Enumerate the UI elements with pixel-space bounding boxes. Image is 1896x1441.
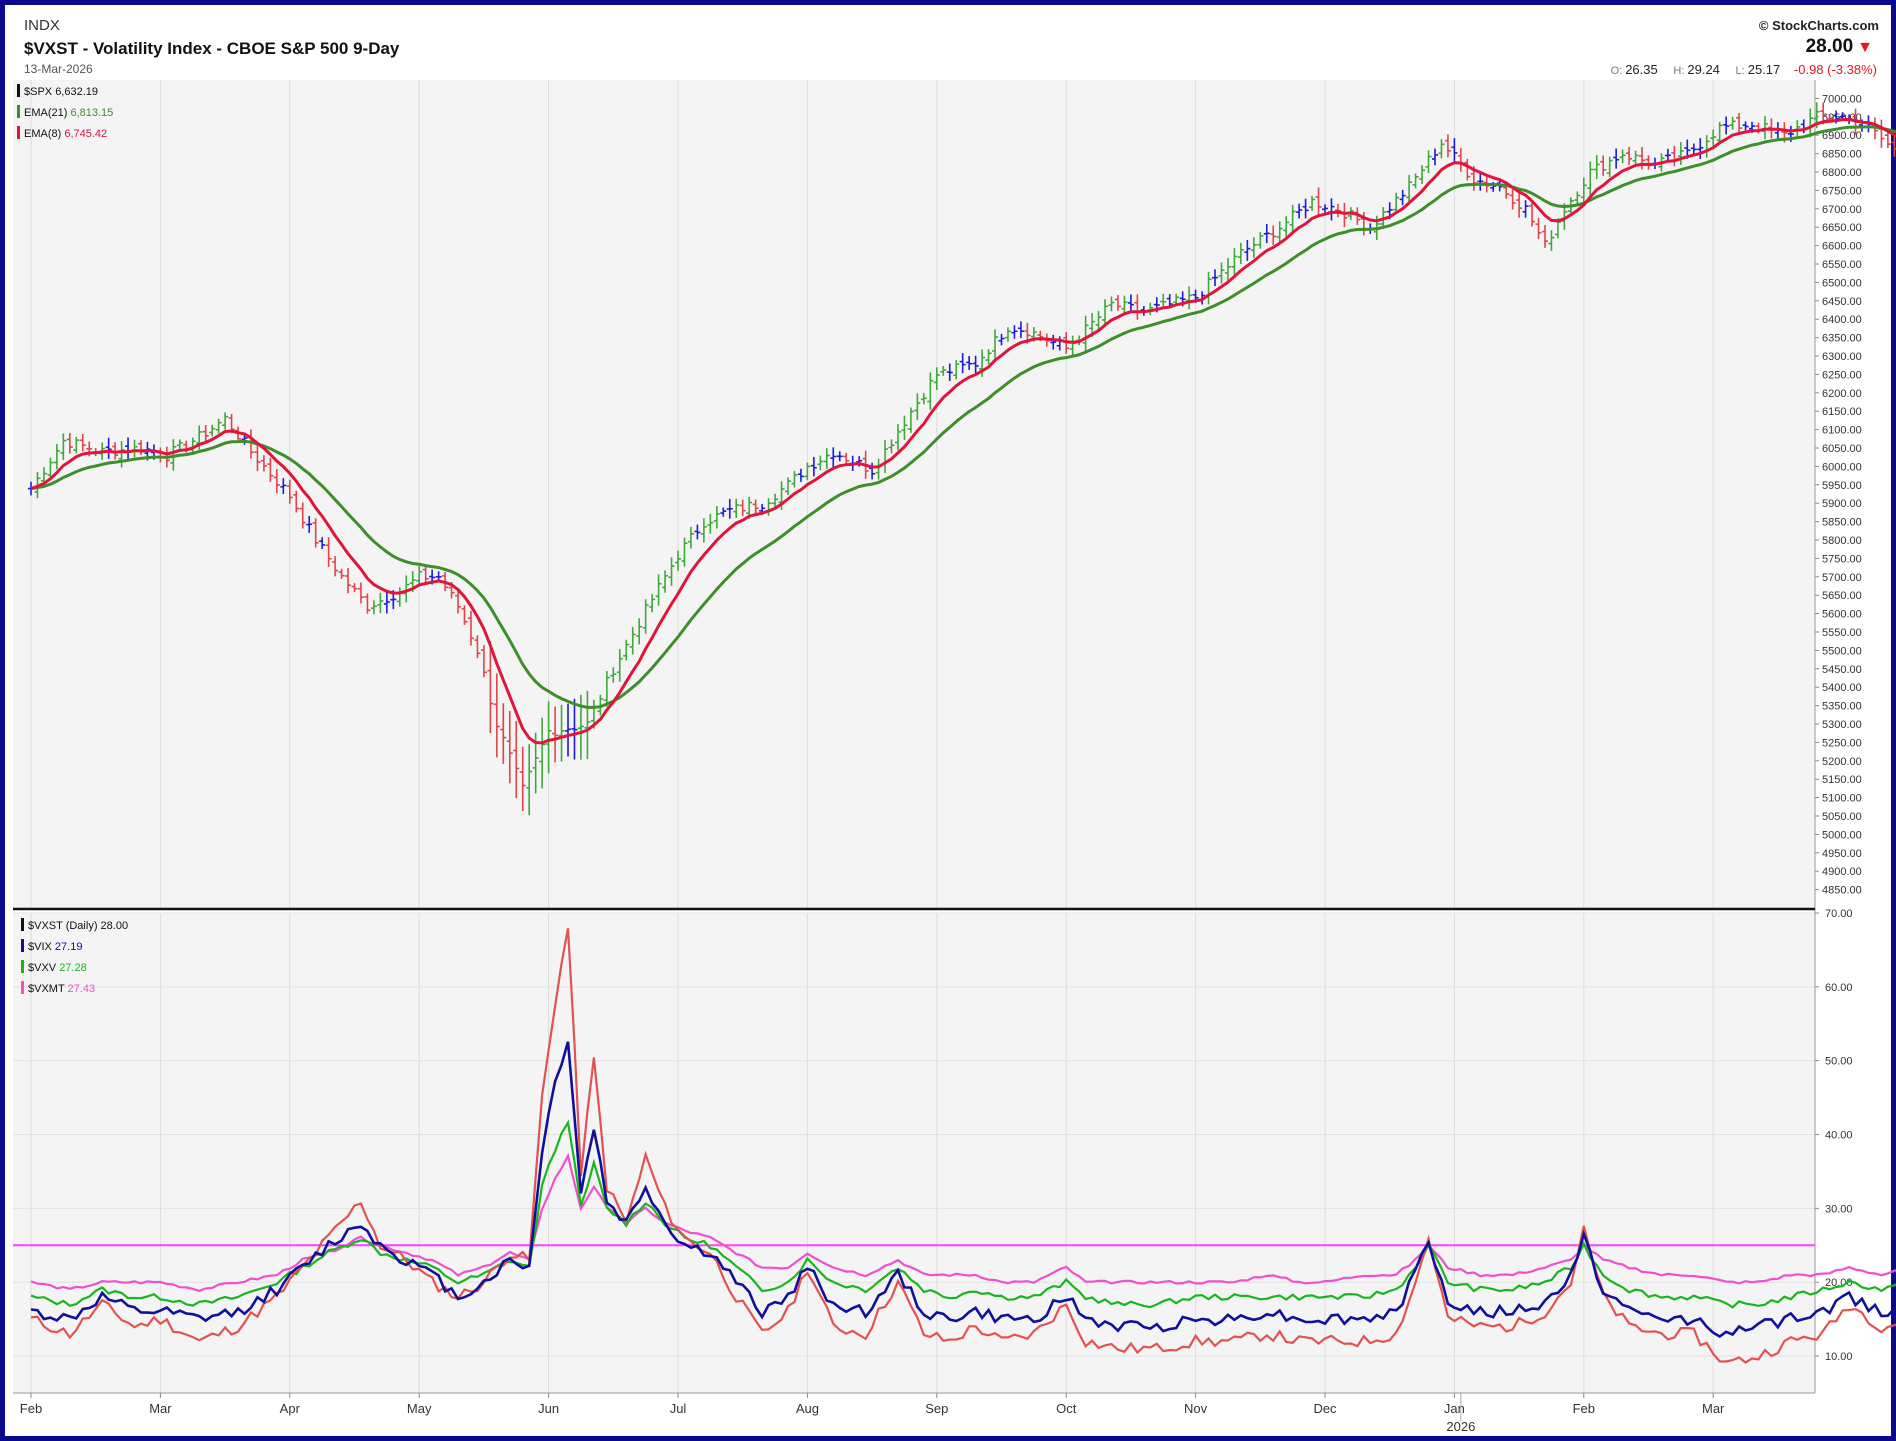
price-y-tick-label: 6050.00 [1822, 443, 1862, 455]
price-y-tick-label: 5800.00 [1822, 535, 1862, 547]
price-y-tick-label: 5100.00 [1822, 793, 1862, 805]
price-y-tick-label: 4950.00 [1822, 848, 1862, 860]
price-y-tick-label: 6450.00 [1822, 296, 1862, 308]
vol-y-tick-label: 10.00 [1825, 1351, 1853, 1363]
price-y-tick-label: 6250.00 [1822, 369, 1862, 381]
price-bar [1878, 119, 1885, 148]
x-tick-label: May [407, 1401, 432, 1416]
x-axis: Feb Mar Apr May Jun Jul Aug Sep Oct Nov Dec Jan Feb M… [20, 1393, 1725, 1434]
legend-swatch [21, 960, 24, 973]
legend-label: $VIX 27.19 [28, 941, 82, 953]
legend-value: 27.19 [55, 941, 83, 953]
legend-label: $VXV 27.28 [28, 962, 87, 974]
legend-swatch [21, 939, 24, 952]
price-y-tick-label: 6200.00 [1822, 388, 1862, 400]
price-y-tick-label: 5950.00 [1822, 480, 1862, 492]
price-y-tick-label: 6650.00 [1822, 222, 1862, 234]
price-y-tick-label: 4900.00 [1822, 866, 1862, 878]
price-y-tick-label: 6500.00 [1822, 277, 1862, 289]
legend-value: 6,745.42 [64, 128, 107, 140]
price-y-tick-label: 6850.00 [1822, 149, 1862, 161]
vol-y-tick-label: 60.00 [1825, 982, 1853, 994]
price-y-tick-label: 5500.00 [1822, 645, 1862, 657]
legend-value: 6,813.15 [70, 107, 113, 119]
x-tick-label: Jan [1444, 1401, 1465, 1416]
price-bar [1891, 134, 1896, 157]
x-tick-label: Feb [1573, 1401, 1595, 1416]
price-y-tick-label: 7000.00 [1822, 93, 1862, 105]
price-y-tick-label: 5050.00 [1822, 811, 1862, 823]
year-label: 2026 [1446, 1419, 1475, 1434]
price-y-tick-label: 5400.00 [1822, 682, 1862, 694]
price-y-tick-label: 6100.00 [1822, 425, 1862, 437]
legend-swatch [17, 84, 20, 97]
price-y-tick-label: 5000.00 [1822, 829, 1862, 841]
price-y-tick-label: 5150.00 [1822, 774, 1862, 786]
x-tick-label: Oct [1056, 1401, 1077, 1416]
legend-value: 27.28 [59, 962, 87, 974]
price-y-tick-label: 6350.00 [1822, 333, 1862, 345]
price-y-tick-label: 5900.00 [1822, 498, 1862, 510]
x-tick-label: Dec [1313, 1401, 1337, 1416]
x-tick-label: Jun [538, 1401, 559, 1416]
price-y-tick-label: 4850.00 [1822, 885, 1862, 897]
vol-y-tick-label: 40.00 [1825, 1130, 1853, 1142]
price-y-tick-label: 6000.00 [1822, 461, 1862, 473]
price-y-tick-label: 5650.00 [1822, 590, 1862, 602]
legend-value: 28.00 [101, 920, 129, 932]
legend-swatch [17, 105, 20, 118]
price-y-tick-label: 6750.00 [1822, 185, 1862, 197]
price-y-tick-label: 5750.00 [1822, 553, 1862, 565]
x-tick-label: Mar [149, 1401, 172, 1416]
price-y-tick-label: 5600.00 [1822, 609, 1862, 621]
legend-value: 6,632.19 [55, 86, 98, 98]
legend-swatch [21, 981, 24, 994]
legend-value: 27.43 [68, 983, 96, 995]
legend-label: $VXMT 27.43 [28, 983, 95, 995]
price-y-tick-label: 6150.00 [1822, 406, 1862, 418]
x-tick-label: Apr [280, 1401, 301, 1416]
price-y-tick-label: 6400.00 [1822, 314, 1862, 326]
price-y-tick-label: 6550.00 [1822, 259, 1862, 271]
price-y-tick-label: 5550.00 [1822, 627, 1862, 639]
vol-y-tick-label: 30.00 [1825, 1203, 1853, 1215]
price-y-tick-label: 6300.00 [1822, 351, 1862, 363]
legend-label: $SPX 6,632.19 [24, 86, 98, 98]
price-y-axis: 4850.00 4900.00 4950.00 5000.00 5050.00 5100.… [1815, 93, 1862, 897]
price-y-tick-label: 5250.00 [1822, 737, 1862, 749]
legend-label: EMA(8) 6,745.42 [24, 128, 107, 140]
price-y-tick-label: 6700.00 [1822, 204, 1862, 216]
price-y-tick-label: 6600.00 [1822, 241, 1862, 253]
price-y-tick-label: 6800.00 [1822, 167, 1862, 179]
legend-swatch [17, 126, 20, 139]
x-tick-label: Aug [796, 1401, 819, 1416]
x-tick-label: Feb [20, 1401, 42, 1416]
x-tick-label: Mar [1702, 1401, 1725, 1416]
x-tick-label: Sep [925, 1401, 948, 1416]
vol-y-tick-label: 70.00 [1825, 908, 1853, 920]
price-y-tick-label: 5700.00 [1822, 572, 1862, 584]
price-y-tick-label: 5450.00 [1822, 664, 1862, 676]
legend-label: $VXST (Daily) 28.00 [28, 920, 128, 932]
vol-y-tick-label: 50.00 [1825, 1056, 1853, 1068]
vol-panel-bg [13, 913, 1815, 1393]
x-tick-label: Jul [670, 1401, 687, 1416]
price-y-tick-label: 5350.00 [1822, 701, 1862, 713]
price-y-tick-label: 5850.00 [1822, 517, 1862, 529]
chart-canvas: 4850.00 4900.00 4950.00 5000.00 5050.00 5100.… [13, 80, 1896, 1434]
price-y-tick-label: 5200.00 [1822, 756, 1862, 768]
legend-swatch [21, 918, 24, 931]
price-y-tick-label: 5300.00 [1822, 719, 1862, 731]
legend-label: EMA(21) 6,813.15 [24, 107, 113, 119]
x-tick-label: Nov [1184, 1401, 1208, 1416]
